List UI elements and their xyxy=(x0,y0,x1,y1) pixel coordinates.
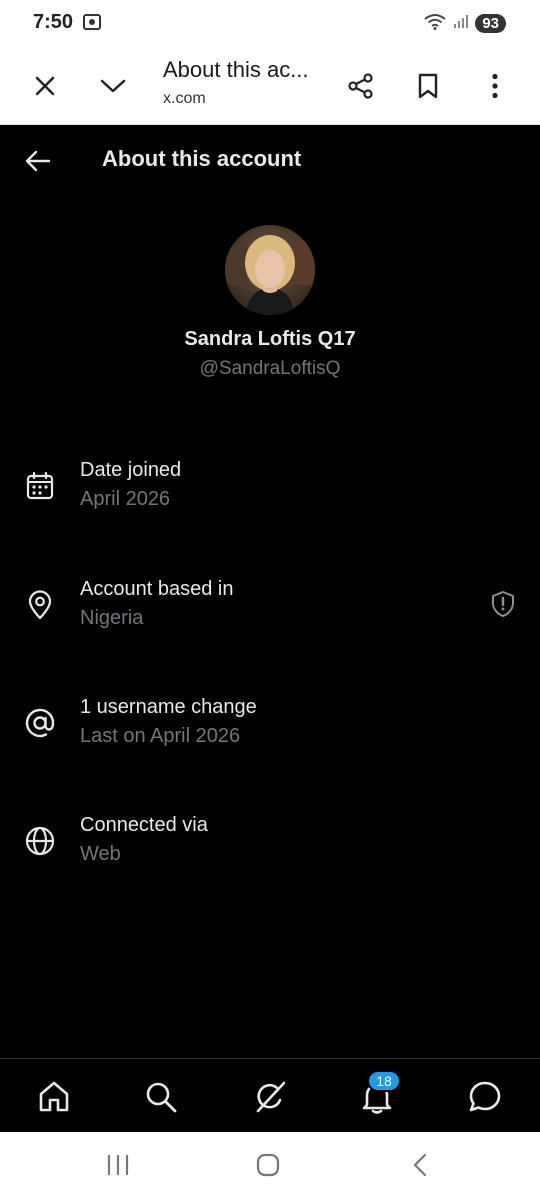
shield-alert-icon[interactable] xyxy=(490,590,516,618)
info-label: Connected via xyxy=(80,814,208,836)
at-sign-icon xyxy=(24,707,56,739)
back-arrow-icon[interactable] xyxy=(20,143,56,179)
info-label: 1 username change xyxy=(80,696,257,718)
browser-page-title: About this ac... xyxy=(163,57,309,82)
globe-icon xyxy=(24,825,56,857)
wifi-icon xyxy=(423,12,447,35)
info-value: Nigeria xyxy=(80,607,144,629)
location-pin-icon xyxy=(24,589,56,621)
info-label: Date joined xyxy=(80,459,182,481)
info-item-account-based-in: Account based in Nigeria xyxy=(0,578,540,658)
avatar[interactable] xyxy=(225,225,315,315)
system-nav-bar xyxy=(0,1132,540,1200)
info-value: Web xyxy=(80,843,121,865)
handle: @SandraLoftisQ xyxy=(199,358,341,379)
info-label: Account based in xyxy=(80,578,234,600)
status-time: 7:50 xyxy=(33,11,74,33)
browser-url: x.com xyxy=(163,90,206,107)
calendar-icon xyxy=(24,470,56,502)
info-value: Last on April 2026 xyxy=(80,725,241,747)
signal-icon xyxy=(453,13,469,34)
grok-icon[interactable] xyxy=(250,1077,290,1117)
screenshot-icon xyxy=(82,12,102,37)
share-icon[interactable] xyxy=(341,66,381,106)
home-icon[interactable] xyxy=(34,1077,74,1117)
notifications-badge: 18 xyxy=(367,1070,401,1092)
search-icon[interactable] xyxy=(141,1077,181,1117)
status-bar: 7:50 93 xyxy=(0,0,540,46)
back-icon[interactable] xyxy=(402,1150,438,1180)
more-vertical-icon[interactable] xyxy=(475,66,515,106)
browser-toolbar: About this ac... x.com xyxy=(0,46,540,125)
info-item-date-joined: Date joined April 2026 xyxy=(0,459,540,539)
status-icons: 93 xyxy=(423,12,506,35)
app-header: About this account xyxy=(0,125,540,195)
close-icon[interactable] xyxy=(25,66,65,106)
page-title: About this account xyxy=(102,146,302,171)
home-circle-icon[interactable] xyxy=(250,1150,286,1180)
bookmark-icon[interactable] xyxy=(408,66,448,106)
info-item-username-change: 1 username change Last on April 2026 xyxy=(0,696,540,776)
info-value: April 2026 xyxy=(80,488,171,510)
display-name: Sandra Loftis Q17 xyxy=(184,328,356,350)
recents-icon[interactable] xyxy=(100,1150,136,1180)
bottom-nav: 18 xyxy=(0,1058,540,1133)
messages-icon[interactable] xyxy=(465,1077,505,1117)
battery-icon: 93 xyxy=(475,14,506,33)
info-item-connected-via: Connected via Web xyxy=(0,814,540,894)
chevron-down-icon[interactable] xyxy=(93,66,133,106)
